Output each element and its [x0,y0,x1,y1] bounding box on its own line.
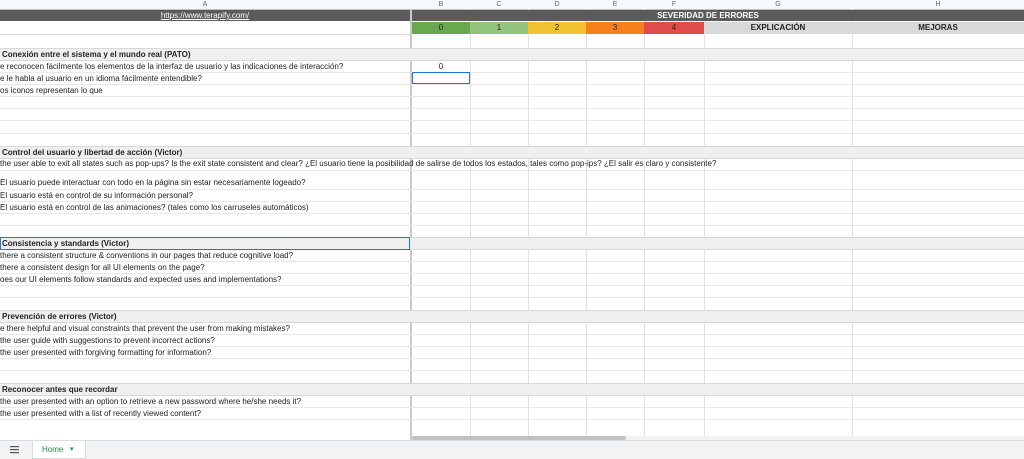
selected-range[interactable] [0,237,410,250]
question-cell[interactable]: El usuario está en control de su informa… [0,190,193,201]
section-header[interactable]: Reconocer antes que recordar [0,383,1024,396]
severity-level-1: 1 [470,22,528,34]
sheet-tab-label: Home [42,445,64,454]
column-header-c[interactable]: C [470,0,528,9]
section-title: Prevención de errores (Victor) [2,312,117,321]
column-header-g[interactable]: G [704,0,852,9]
question-cell[interactable]: os iconos representan lo que [0,85,103,96]
grid-row-line [0,285,1024,286]
section-header[interactable]: Prevención de errores (Victor) [0,310,1024,323]
question-cell[interactable]: e there helpful and visual constraints t… [0,323,290,334]
severity-level-3: 3 [586,22,644,34]
header-row-blank [0,21,410,35]
question-cell[interactable]: El usuario puede interactuar con todo en… [0,177,306,188]
severity-level-0: 0 [412,22,470,34]
column-header-a[interactable]: A [0,0,410,9]
grid-row-line [0,84,1024,85]
column-header-e[interactable]: E [586,0,644,9]
question-cell[interactable]: the user presented with a list of recent… [0,408,201,419]
grid-row-line [0,120,1024,121]
question-cell[interactable]: the user able to exit all states such as… [0,158,716,169]
question-cell[interactable]: the user guide with suggestions to preve… [0,335,215,346]
header-row-link: https://www.terapify.com/ [0,10,410,21]
grid-row-line [0,370,1024,371]
cell-value[interactable]: 0 [412,61,470,72]
grid-row-line [0,108,1024,109]
question-cell[interactable]: oes our UI elements follow standards and… [0,274,282,285]
grid-row-line [0,213,1024,214]
column-header-b[interactable]: B [412,0,470,9]
severity-title: SEVERIDAD DE ERRORES [657,11,759,20]
grid-row-line [0,419,1024,420]
question-cell[interactable]: e le habla al usuario en un idioma fácil… [0,73,202,84]
column-header-bar: A B C D E F G H [0,0,1024,10]
terapify-link[interactable]: https://www.terapify.com/ [0,10,410,21]
grid-row-line [0,225,1024,226]
question-cell[interactable]: El usuario está en control de las animac… [0,202,309,213]
question-cell[interactable]: there a consistent structure & conventio… [0,250,293,261]
mejoras-header: MEJORAS [852,22,1024,34]
severity-level-2: 2 [528,22,586,34]
caret-down-icon[interactable]: ▾ [70,441,74,458]
all-sheets-icon[interactable] [10,445,19,454]
explicacion-header: EXPLICACIÓN [704,22,852,34]
severity-level-4: 4 [644,22,704,34]
question-cell[interactable]: the user presented with forgiving format… [0,347,211,358]
question-cell[interactable]: there a consistent design for all UI ele… [0,262,205,273]
grid-row-line [0,170,1024,171]
section-title: Control del usuario y libertad de acción… [2,148,183,157]
grid-row-line [0,358,1024,359]
question-cell[interactable]: the user presented with an option to ret… [0,396,301,407]
grid-row-line [0,133,1024,134]
sheet-tab-home[interactable]: Home ▾ [32,441,86,459]
sheet-tab-bar: Home ▾ [0,440,1024,459]
section-header[interactable]: Conexión entre el sistema y el mundo rea… [0,48,1024,61]
grid-row-line [0,297,1024,298]
section-title: Conexión entre el sistema y el mundo rea… [2,50,191,59]
column-header-h[interactable]: H [852,0,1024,9]
severity-title-cell: SEVERIDAD DE ERRORES [412,10,1024,21]
column-header-d[interactable]: D [528,0,586,9]
column-header-f[interactable]: F [644,0,704,9]
selected-cell[interactable] [412,72,470,84]
question-cell[interactable]: e reconocen fácilmente los elementos de … [0,61,343,72]
section-title: Reconocer antes que recordar [2,385,118,394]
grid-row-line [0,96,1024,97]
